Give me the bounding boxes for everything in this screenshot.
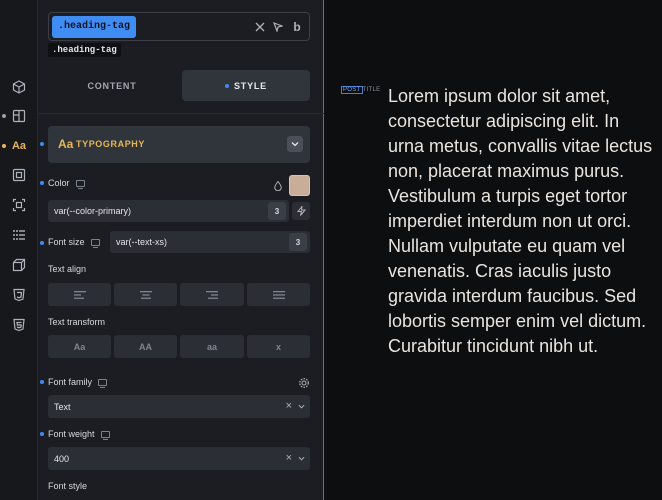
selector-tag: .heading-tag [48,43,121,57]
transform-none-button[interactable]: x [247,335,310,358]
color-label: Color [48,178,85,189]
clear-icon[interactable]: × [286,400,292,412]
style-panel: .heading-tag b .heading-tag CONTENT STYL… [38,0,324,500]
section-typography[interactable]: Aa TYPOGRAPHY [40,126,310,163]
font-family-label: Font family [48,377,108,388]
align-left-button[interactable] [48,283,111,306]
font-weight-label: Font weight [48,429,110,440]
css-var-icon[interactable]: 3 [289,233,307,251]
color-drop-icon[interactable] [274,181,282,191]
selector-input[interactable]: .heading-tag b [48,12,310,41]
align-center-button[interactable] [114,283,177,306]
post-title-text[interactable]: Lorem ipsum dolor sit amet, consectetur … [388,84,653,359]
icon-rail: Aa [0,0,38,500]
bold-b-icon[interactable]: b [289,19,305,35]
css-var-icon[interactable]: 3 [268,202,286,220]
rail-background-icon[interactable] [0,164,38,186]
font-weight-select[interactable]: 400 × [48,447,310,470]
rail-grid-icon[interactable] [0,224,38,246]
tab-bar: CONTENT STYLE [48,70,310,101]
rail-html5-icon[interactable] [0,314,38,336]
transform-capitalize-button[interactable]: Aa [48,335,111,358]
chevron-down-icon[interactable] [287,136,303,152]
align-right-button[interactable] [180,283,244,306]
align-justify-button[interactable] [247,283,310,306]
divider [38,113,324,114]
clear-icon[interactable]: × [286,452,292,464]
rail-transform-icon[interactable] [0,254,38,276]
rail-box-icon[interactable] [0,76,38,98]
transform-lowercase-button[interactable]: aa [180,335,244,358]
section-title: TYPOGRAPHY [76,139,146,149]
rail-css3-icon[interactable] [0,284,38,306]
selector-chip[interactable]: .heading-tag [52,16,137,38]
lightning-icon[interactable] [292,202,310,220]
font-style-label: Font style [48,481,88,491]
rail-border-icon[interactable] [0,194,38,216]
transform-uppercase-button[interactable]: AA [114,335,177,358]
font-size-input[interactable]: var(--text-xs) 3 [110,231,310,253]
tab-content[interactable]: CONTENT [48,70,176,101]
element-tag: POST TITLE [341,86,381,94]
tab-style[interactable]: STYLE [182,70,310,101]
font-size-label: Font size [48,237,100,248]
text-align-label: Text align [48,264,87,274]
close-icon[interactable] [252,19,268,35]
rail-typography-icon[interactable]: Aa [0,135,38,157]
cursor-icon[interactable] [270,19,286,35]
app-root: Aa .heading-tag b .heading-tag CONTENT S… [0,0,662,500]
chevron-down-icon [298,456,305,461]
rail-layout-icon[interactable] [0,105,38,127]
gear-icon[interactable] [298,377,310,389]
chevron-down-icon [298,404,305,409]
color-swatch[interactable] [289,175,310,196]
text-transform-label: Text transform [48,317,106,327]
monitor-icon [75,179,85,189]
typography-icon: Aa [58,137,74,151]
color-input[interactable]: var(--color-primary) 3 [48,200,289,222]
font-family-select[interactable]: Text × [48,395,310,418]
